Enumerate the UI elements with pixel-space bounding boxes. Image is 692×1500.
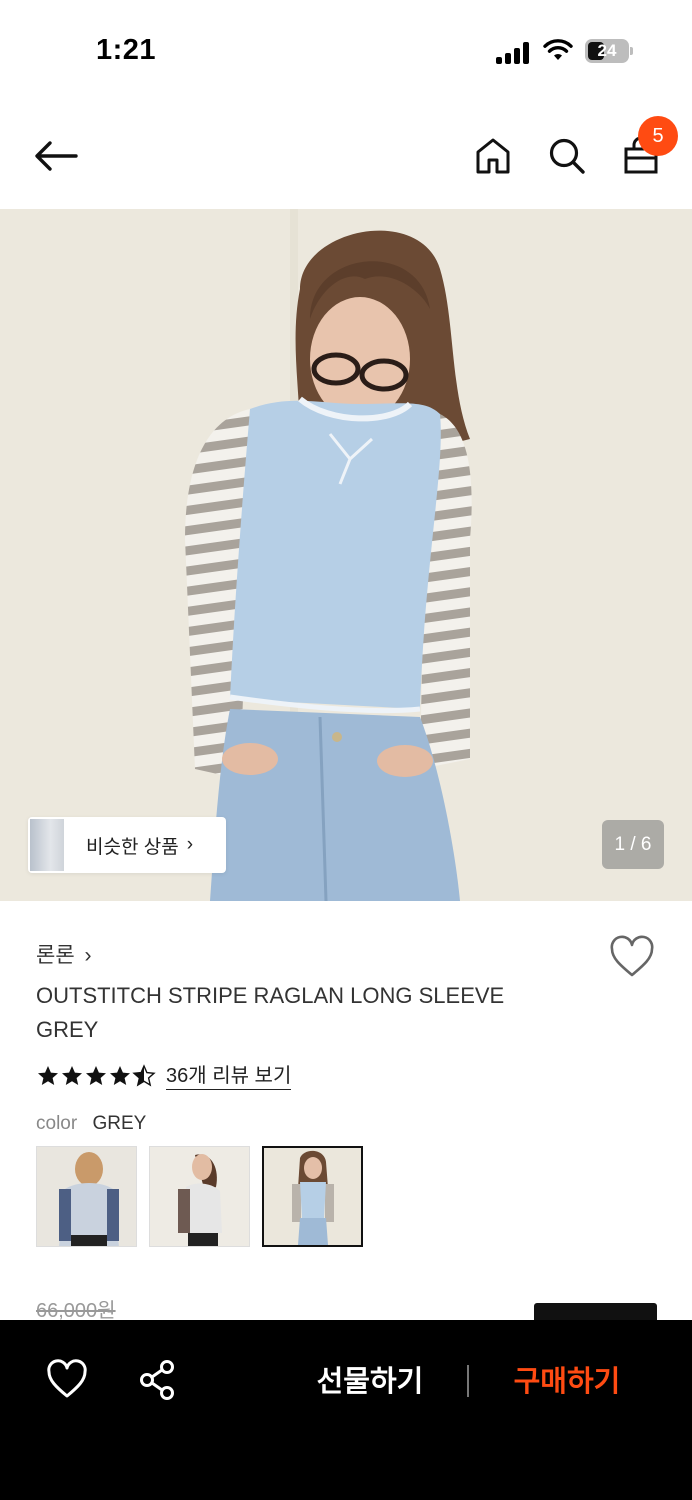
top-nav (0, 108, 692, 208)
star-rating (36, 1064, 156, 1088)
image-page-indicator: 1 / 6 (602, 820, 664, 869)
similar-products-thumbnail (30, 819, 64, 871)
color-swatch-navy[interactable] (36, 1146, 137, 1247)
status-bar: 1:21 24 (0, 0, 692, 100)
share-button[interactable] (136, 1358, 180, 1402)
swatch-photo (150, 1147, 249, 1246)
product-photo (0, 209, 692, 901)
share-icon (140, 1360, 174, 1400)
home-icon (476, 138, 510, 174)
similar-products-button[interactable]: 비슷한 상품 › (28, 817, 226, 873)
brand-link[interactable]: 론론 › (36, 939, 91, 969)
color-value: GREY (92, 1113, 147, 1134)
bottom-wishlist-button[interactable] (45, 1358, 89, 1402)
search-icon (549, 138, 585, 174)
swatch-photo (264, 1148, 361, 1245)
wishlist-button[interactable] (608, 934, 656, 982)
swatch-photo (37, 1147, 136, 1246)
color-row: color GREY (36, 1113, 146, 1135)
home-button[interactable] (469, 132, 517, 180)
heart-icon (610, 935, 654, 977)
half-star-icon (132, 1064, 156, 1087)
brand-name: 론론 (36, 944, 75, 967)
buy-button[interactable]: 구매하기 (497, 1360, 637, 1404)
heart-icon (47, 1359, 87, 1398)
product-image-carousel[interactable] (0, 209, 692, 901)
divider (467, 1365, 469, 1397)
color-swatch-grey[interactable] (262, 1146, 363, 1247)
battery-icon: 24 (585, 39, 633, 63)
color-swatch-brown[interactable] (149, 1146, 250, 1247)
cart-count-badge: 5 (638, 116, 678, 156)
star-icon (110, 1066, 130, 1085)
product-title: OUTSTITCH STRIPE RAGLAN LONG SLEEVE GREY (36, 983, 505, 1042)
back-arrow-icon (35, 141, 78, 171)
chevron-right-icon: › (186, 834, 194, 855)
signal-icon (496, 42, 532, 64)
search-button[interactable] (543, 132, 591, 180)
color-label: color (36, 1113, 78, 1134)
star-icon (62, 1066, 82, 1085)
original-price: 66,000원 (36, 1300, 116, 1322)
star-icon (86, 1066, 106, 1085)
bottom-action-bar (0, 1320, 692, 1500)
similar-products-label: 비슷한 상품 (86, 836, 179, 858)
wifi-icon (543, 39, 573, 60)
status-time: 1:21 (96, 34, 157, 66)
chevron-right-icon: › (84, 944, 92, 967)
rating-row: 36개 리뷰 보기 (36, 1062, 292, 1090)
back-button[interactable] (32, 132, 80, 180)
color-swatches (36, 1146, 375, 1247)
gift-button[interactable]: 선물하기 (300, 1360, 440, 1404)
reviews-link[interactable]: 36개 리뷰 보기 (166, 1063, 292, 1090)
star-icon (38, 1066, 58, 1085)
battery-level: 24 (597, 41, 617, 60)
